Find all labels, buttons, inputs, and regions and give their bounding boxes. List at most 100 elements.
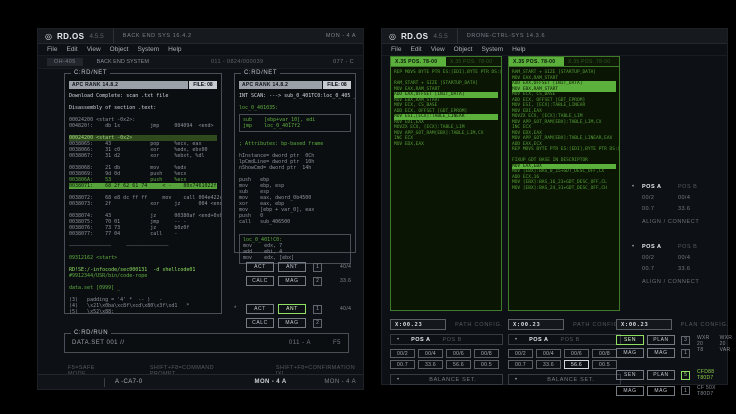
value-cell[interactable]: 56.6 <box>564 360 589 369</box>
slot-button-selected[interactable]: 5 <box>681 371 690 380</box>
slot-1-button[interactable]: 1 <box>313 305 322 314</box>
code-line: REP MOVS BYTE PTR ES:[EDI],BYTE PTR DS:[… <box>394 70 498 76</box>
panel-a-header-inactive[interactable]: X.35 POS. 78-00 <box>446 57 501 66</box>
mag-button[interactable]: MAG <box>616 386 644 396</box>
cfd-code-green: CFD88 T80D7 <box>697 369 716 381</box>
slot-button[interactable]: 3 <box>681 336 690 345</box>
pos-selector-bar[interactable]: • POS A POS B <box>508 334 621 345</box>
pos-a-tab[interactable]: POS A <box>529 337 548 343</box>
bullet-icon: • <box>515 337 517 343</box>
mag-button[interactable]: MAG <box>647 348 675 358</box>
run-status: 011 - A <box>289 340 311 346</box>
pos-b-label[interactable]: POS B <box>678 244 728 250</box>
pos-a-label[interactable]: POS A <box>642 244 678 250</box>
slot-button[interactable]: 1 <box>681 386 690 395</box>
plan-button[interactable]: PLAN <box>647 370 675 380</box>
dataset-text: DATA.SET 001 // <box>72 340 125 346</box>
act-button[interactable]: ACT <box>246 262 274 272</box>
menu-file[interactable]: File <box>47 46 57 53</box>
code-line: MOV [EBX]:BAS_16_23+GDT_DESC_OFF,CL <box>512 180 616 186</box>
file-label: FILE: 08 <box>323 81 351 89</box>
code-line: MOV EDX,EAX <box>394 142 498 148</box>
coordinate-input[interactable]: X:00.23 <box>508 319 564 330</box>
code-line: INT SCAN: ---> sub_0_401TC0:loc_0_405 _ <box>239 93 351 99</box>
drone-asm-listing: RAM_START + SIZE [STARTUP_DATA]MOV EAX,R… <box>509 67 619 194</box>
menu-object[interactable]: Object <box>454 46 473 53</box>
pos-selector-bar[interactable]: • POS A POS B <box>390 334 503 345</box>
right-titlebar: ◎ RD.OS 4.5.5 DRONE-CTRL-SYS 14.3.6 <box>382 29 727 44</box>
run-window: C:RD/RUN DATA.SET 001 // 011 - A F5 <box>64 333 349 353</box>
slot-1-button[interactable]: 1 <box>313 263 322 272</box>
act-button[interactable]: ACT <box>246 304 274 314</box>
group2-marker: * <box>234 306 236 312</box>
slot-2-button[interactable]: 2 <box>313 319 322 328</box>
sen-button-selected[interactable]: SEN <box>616 335 644 345</box>
panel-a-header-active[interactable]: X.35 POS. 78-00 <box>391 57 446 66</box>
value-cell[interactable]: 33.6 <box>536 360 561 369</box>
value-cell[interactable]: 00.5 <box>592 360 617 369</box>
drone-code-panel-a: X.35 POS. 78-00 X.35 POS. 78-00 REP MOVS… <box>390 56 502 311</box>
bullet-icon: • <box>632 184 642 190</box>
panel-b-header-active[interactable]: X.35 POS. 78-00 <box>509 57 564 66</box>
panel-b-header-inactive[interactable]: X.35 POS. 78-00 <box>564 57 619 66</box>
calc-button[interactable]: CALC <box>246 318 274 328</box>
value-cell[interactable]: 00/4 <box>536 349 561 358</box>
plan-group-2: SEN PLAN 5 MAG MAG 1 CFD88 T80D7 CF 50X … <box>616 369 729 397</box>
code-line: MOV [EBX]:BAS_24_31+GDT_DESC_OFF,CH <box>512 186 616 192</box>
value-cell[interactable]: 33.6 <box>418 360 443 369</box>
sen-button[interactable]: SEN <box>616 370 644 380</box>
align-connect-button[interactable]: ALIGN / CONNECT <box>642 279 728 285</box>
calc-button[interactable]: CALC <box>246 276 274 286</box>
mag-button[interactable]: MAG <box>647 386 675 396</box>
left-menubar: File Edit View Object System Help <box>38 44 363 56</box>
value-grid: 00/200/400/600/8 00.733.656.600.5 <box>508 349 621 369</box>
value-cell[interactable]: 00/6 <box>564 349 589 358</box>
mag-button[interactable]: MAG <box>278 276 306 286</box>
menu-view[interactable]: View <box>87 46 101 53</box>
value-cell[interactable]: 00/8 <box>474 349 499 358</box>
align-connect-button[interactable]: ALIGN / CONNECT <box>642 219 728 225</box>
value-cell[interactable]: 00.7 <box>508 360 533 369</box>
mag-button[interactable]: MAG <box>278 318 306 328</box>
value-cell[interactable]: 00/6 <box>446 349 471 358</box>
tab-oh405[interactable]: OH-405 <box>47 58 83 66</box>
pos-b-tab[interactable]: POS B <box>561 337 580 343</box>
menu-help[interactable]: Help <box>512 46 525 53</box>
ant-button[interactable]: ANT <box>278 262 306 272</box>
value-cell[interactable]: 56.6 <box>446 360 471 369</box>
code-box-1: sub [ebp+var_10], edijmp loc_0_4017f2 <box>239 114 351 132</box>
menu-system[interactable]: System <box>481 46 503 53</box>
balance-set-button[interactable]: • BALANCE SET. <box>390 374 503 385</box>
pos-a-label[interactable]: POS A <box>642 184 678 190</box>
value-cell[interactable]: 00.5 <box>474 360 499 369</box>
menu-help[interactable]: Help <box>168 46 181 53</box>
balance-set-button[interactable]: • BALANCE SET. <box>508 374 621 385</box>
slot-button[interactable]: 1 <box>681 349 690 358</box>
ant-button-selected[interactable]: ANT <box>278 304 306 314</box>
session-id: 011 - 0824/000039 <box>211 59 264 65</box>
coordinate-input[interactable]: X:00.23 <box>616 319 672 330</box>
plan-config-label: PLAN CONFIG. <box>681 322 729 328</box>
net-window-a: C:RD/NET APC RANK 14.8.2 FILE: 08 Downlo… <box>64 73 222 314</box>
menu-file[interactable]: File <box>391 46 401 53</box>
coordinate-input[interactable]: X:00.23 <box>390 319 446 330</box>
menu-view[interactable]: View <box>431 46 445 53</box>
app-version: 4.5.5 <box>89 33 103 40</box>
value-cell[interactable]: 00/4 <box>418 349 443 358</box>
menu-system[interactable]: System <box>137 46 159 53</box>
pos-b-tab[interactable]: POS B <box>443 337 462 343</box>
value-cell[interactable]: 00/2 <box>390 349 415 358</box>
menu-object[interactable]: Object <box>110 46 129 53</box>
plan-button[interactable]: PLAN <box>647 335 675 345</box>
path-config-1: X:00.23 PATH CONFIG. • POS A POS B 00/20… <box>390 319 503 385</box>
pos-b-label[interactable]: POS B <box>678 184 728 190</box>
pos-a-tab[interactable]: POS A <box>411 337 430 343</box>
slot-2-button[interactable]: 2 <box>313 277 322 286</box>
value-cell[interactable]: 00/8 <box>592 349 617 358</box>
value-grid: 00/200/400/600/8 00.733.656.600.5 <box>390 349 503 369</box>
menu-edit[interactable]: Edit <box>410 46 421 53</box>
mag-button[interactable]: MAG <box>616 348 644 358</box>
value-cell[interactable]: 00.7 <box>390 360 415 369</box>
value-cell[interactable]: 00/2 <box>508 349 533 358</box>
menu-edit[interactable]: Edit <box>66 46 77 53</box>
